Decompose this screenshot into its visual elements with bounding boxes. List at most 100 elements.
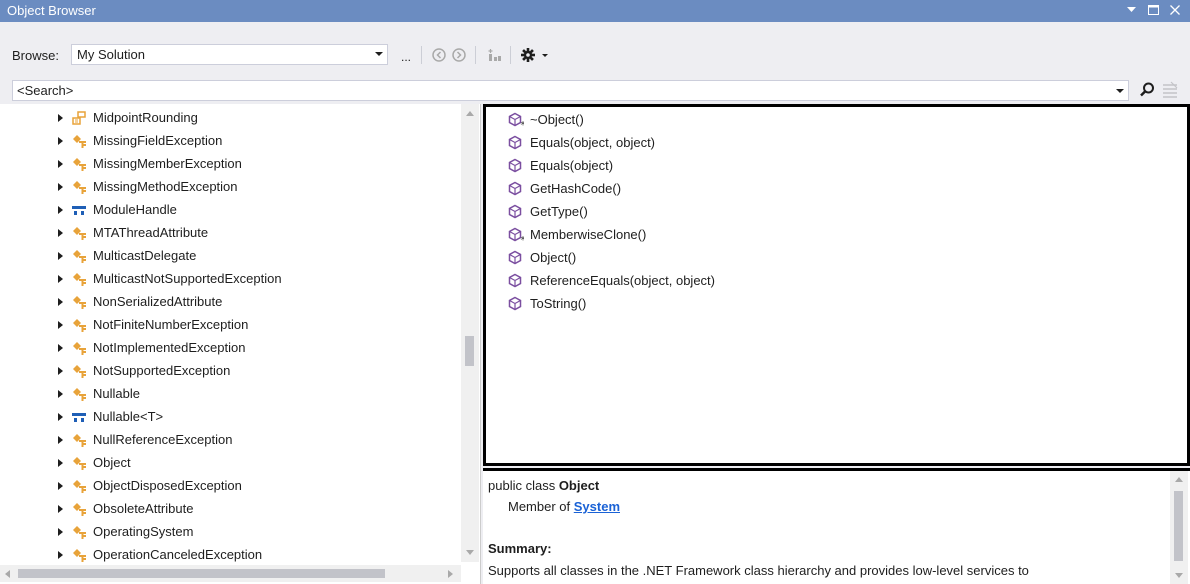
tree-item[interactable]: Nullable [58, 382, 140, 405]
expand-arrow-icon[interactable] [58, 527, 63, 536]
browse-label: Browse: [12, 48, 59, 63]
tree-item[interactable]: MissingMemberException [58, 152, 242, 175]
tree-item[interactable]: Nullable<T> [58, 405, 163, 428]
tree-item[interactable]: MissingFieldException [58, 129, 222, 152]
tree-item[interactable]: MidpointRounding [58, 106, 198, 129]
scroll-down-icon[interactable] [466, 550, 474, 555]
class-icon [71, 133, 87, 149]
tree-item[interactable]: ModuleHandle [58, 198, 177, 221]
toolbar: Browse: My Solution ... [0, 22, 1190, 72]
class-icon [71, 317, 87, 333]
expand-arrow-icon[interactable] [58, 182, 63, 191]
chevron-down-icon[interactable] [1116, 89, 1124, 93]
member-item[interactable]: * ~Object() [508, 108, 584, 131]
expand-arrow-icon[interactable] [58, 228, 63, 237]
edit-custom-component-set-button[interactable]: ... [395, 46, 417, 65]
expand-arrow-icon[interactable] [58, 159, 63, 168]
tree-item[interactable]: ObjectDisposedException [58, 474, 242, 497]
tree-item[interactable]: OperationCanceledException [58, 543, 262, 566]
expand-arrow-icon[interactable] [58, 504, 63, 513]
settings-gear-icon[interactable] [520, 47, 550, 63]
search-icon[interactable] [1138, 81, 1156, 99]
browse-value: My Solution [77, 47, 145, 62]
protected-method-icon: * [508, 227, 524, 243]
scroll-thumb[interactable] [18, 569, 385, 578]
objects-horizontal-scrollbar[interactable] [0, 565, 461, 582]
tree-item[interactable]: MulticastNotSupportedException [58, 267, 282, 290]
tree-item[interactable]: NotImplementedException [58, 336, 245, 359]
tree-item[interactable]: NullReferenceException [58, 428, 232, 451]
tree-item-label: MidpointRounding [93, 110, 198, 125]
expand-arrow-icon[interactable] [58, 550, 63, 559]
member-item[interactable]: GetHashCode() [508, 177, 621, 200]
forward-icon[interactable] [451, 47, 467, 63]
tree-item-label: OperationCanceledException [93, 547, 263, 562]
tree-item-label: MulticastDelegate [93, 248, 197, 263]
close-icon[interactable] [1168, 2, 1182, 18]
window-controls [1124, 2, 1182, 18]
member-item[interactable]: Equals(object) [508, 154, 613, 177]
class-icon [71, 225, 87, 241]
scroll-left-icon[interactable] [5, 570, 10, 578]
tree-item[interactable]: ObsoleteAttribute [58, 497, 193, 520]
objects-pane[interactable]: MidpointRounding MissingFieldException Mis… [0, 104, 481, 584]
member-label: MemberwiseClone() [530, 227, 647, 242]
tree-item[interactable]: MTAThreadAttribute [58, 221, 208, 244]
expand-arrow-icon[interactable] [58, 458, 63, 467]
scroll-up-icon[interactable] [466, 111, 474, 116]
back-icon[interactable] [431, 47, 447, 63]
method-icon [508, 181, 524, 197]
member-item[interactable]: Equals(object, object) [508, 131, 655, 154]
member-of: Member of System [508, 499, 620, 514]
scroll-thumb[interactable] [1174, 491, 1183, 561]
scroll-right-icon[interactable] [448, 570, 453, 578]
member-item[interactable]: ReferenceEquals(object, object) [508, 269, 715, 292]
scroll-thumb[interactable] [465, 336, 474, 366]
class-icon [71, 478, 87, 494]
tree-item[interactable]: NonSerializedAttribute [58, 290, 222, 313]
tree-item[interactable]: OperatingSystem [58, 520, 193, 543]
browse-combobox[interactable]: My Solution [71, 44, 388, 65]
expand-arrow-icon[interactable] [58, 343, 63, 352]
toolbar-separator [510, 46, 511, 64]
tree-item[interactable]: MulticastDelegate [58, 244, 196, 267]
tree-item-label: NotImplementedException [93, 340, 246, 355]
declaration-name: Object [558, 478, 600, 493]
scroll-up-icon[interactable] [1175, 477, 1183, 482]
member-label: Object() [530, 250, 577, 265]
class-icon [71, 156, 87, 172]
namespace-link[interactable]: System [574, 499, 620, 514]
expand-arrow-icon[interactable] [58, 274, 63, 283]
clear-search-icon[interactable] [1161, 81, 1179, 99]
member-item[interactable]: GetType() [508, 200, 588, 223]
tree-item-label: Object [93, 455, 131, 470]
member-item[interactable]: * MemberwiseClone() [508, 223, 646, 246]
expand-arrow-icon[interactable] [58, 113, 63, 122]
expand-arrow-icon[interactable] [58, 481, 63, 490]
tree-item[interactable]: MissingMethodException [58, 175, 238, 198]
members-pane[interactable]: * ~Object() Equals(object, object) Equals(o… [483, 104, 1190, 466]
expand-arrow-icon[interactable] [58, 389, 63, 398]
tree-item[interactable]: NotFiniteNumberException [58, 313, 248, 336]
expand-arrow-icon[interactable] [58, 136, 63, 145]
tree-item[interactable]: NotSupportedException [58, 359, 230, 382]
expand-arrow-icon[interactable] [58, 435, 63, 444]
expand-arrow-icon[interactable] [58, 251, 63, 260]
expand-arrow-icon[interactable] [58, 205, 63, 214]
expand-arrow-icon[interactable] [58, 412, 63, 421]
expand-arrow-icon[interactable] [58, 320, 63, 329]
scroll-down-icon[interactable] [1175, 573, 1183, 578]
search-input[interactable] [17, 83, 1112, 98]
member-item[interactable]: Object() [508, 246, 576, 269]
window-menu-dropdown-icon[interactable] [1124, 2, 1138, 18]
description-vertical-scrollbar[interactable] [1170, 471, 1188, 584]
expand-arrow-icon[interactable] [58, 366, 63, 375]
tree-item[interactable]: Object [58, 451, 131, 474]
maximize-icon[interactable] [1146, 2, 1160, 18]
objects-vertical-scrollbar[interactable] [461, 104, 479, 562]
add-reference-icon[interactable] [487, 47, 503, 63]
search-combobox[interactable] [12, 80, 1129, 101]
expand-arrow-icon[interactable] [58, 297, 63, 306]
member-item[interactable]: ToString() [508, 292, 586, 315]
tree-item-label: ObsoleteAttribute [93, 501, 194, 516]
